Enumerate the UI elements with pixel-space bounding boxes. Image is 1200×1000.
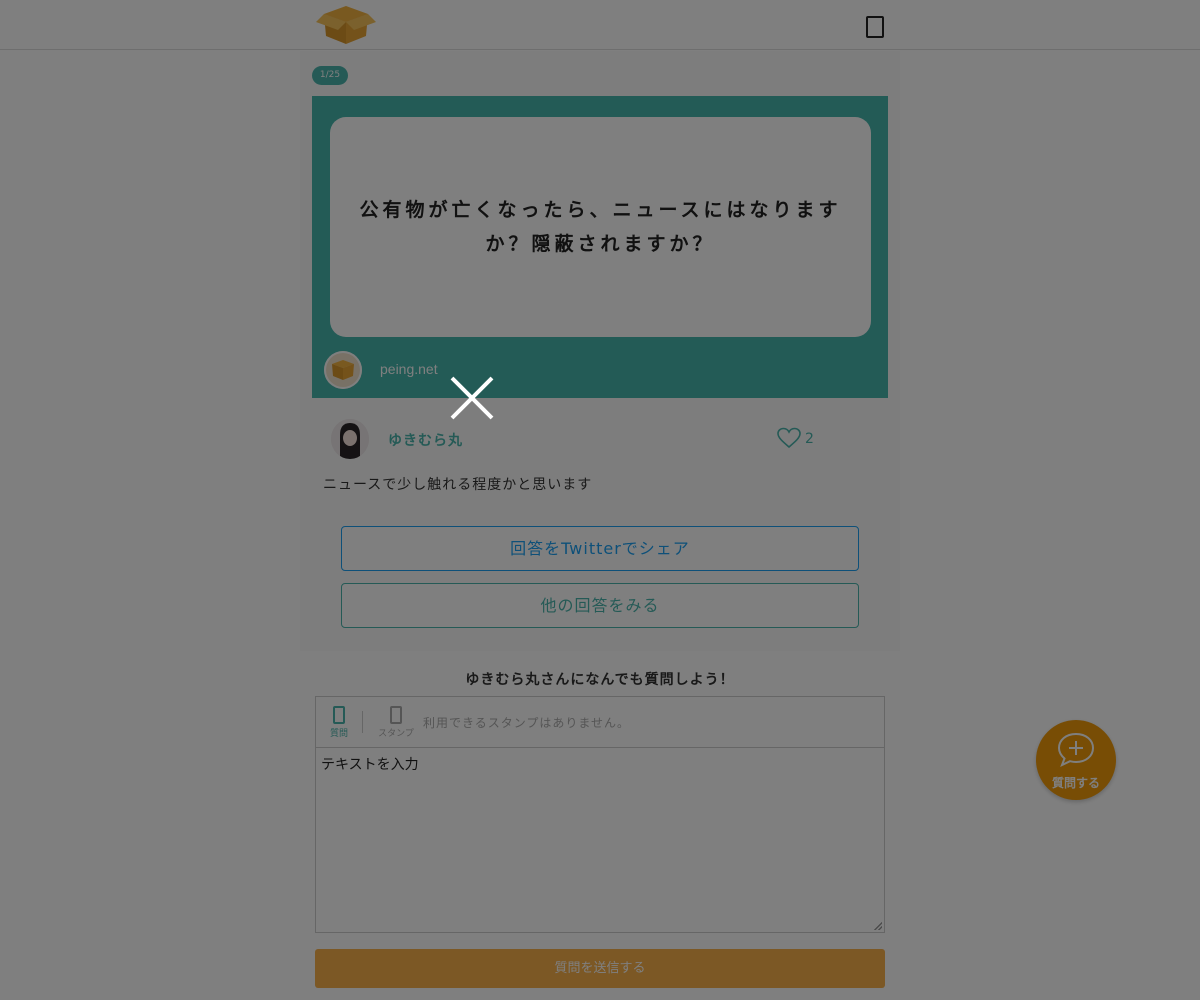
header — [0, 0, 1200, 50]
question-input[interactable] — [316, 748, 884, 932]
box-logo-icon[interactable] — [316, 2, 376, 46]
form-toolbar: 質問 スタンプ 利用できるスタンプはありません。 — [316, 697, 884, 748]
answer-text: ニュースで少し触れる程度かと思います — [323, 477, 593, 493]
page-indicator: 1/25 — [312, 66, 348, 85]
share-twitter-button[interactable]: 回答をTwitterでシェア — [341, 526, 859, 571]
stamp-note: 利用できるスタンプはありません。 — [423, 716, 631, 730]
brand-domain: peing.net — [380, 361, 438, 377]
fab-label: 質問する — [1051, 776, 1100, 790]
submit-question-button[interactable]: 質問を送信する — [315, 949, 885, 988]
chat-plus-icon — [1057, 732, 1095, 767]
box-icon — [332, 360, 354, 380]
question-form: 質問 スタンプ 利用できるスタンプはありません。 — [315, 696, 885, 933]
ask-heading: ゆきむら丸さんになんでも質問しよう！ — [465, 672, 735, 688]
question-text: 公有物が亡くなったら、ニュースにはなりますか？隠蔽されますか？ — [359, 199, 842, 255]
question-box: 公有物が亡くなったら、ニュースにはなりますか？隠蔽されますか？ — [330, 117, 871, 337]
tab-stamp-label: スタンプ — [378, 729, 414, 739]
question-tab-icon — [333, 706, 345, 724]
menu-icon[interactable] — [866, 16, 884, 38]
author-avatar[interactable] — [331, 419, 369, 459]
ask-fab-button[interactable]: 質問する — [1036, 720, 1116, 800]
more-answers-button[interactable]: 他の回答をみる — [341, 583, 859, 628]
close-icon[interactable] — [448, 374, 496, 422]
tab-question-label: 質問 — [329, 729, 348, 739]
tab-divider — [362, 711, 363, 733]
brand-avatar — [324, 351, 362, 389]
like-count: 2 — [805, 431, 814, 447]
tab-stamp[interactable]: スタンプ — [376, 703, 416, 739]
question-image: 公有物が亡くなったら、ニュースにはなりますか？隠蔽されますか？ peing.ne… — [312, 96, 888, 398]
author-name[interactable]: ゆきむら丸 — [388, 430, 463, 450]
resize-handle[interactable] — [874, 922, 882, 930]
heart-icon[interactable] — [777, 427, 801, 449]
tab-question[interactable]: 質問 — [319, 703, 359, 739]
stamp-tab-icon — [390, 706, 402, 724]
